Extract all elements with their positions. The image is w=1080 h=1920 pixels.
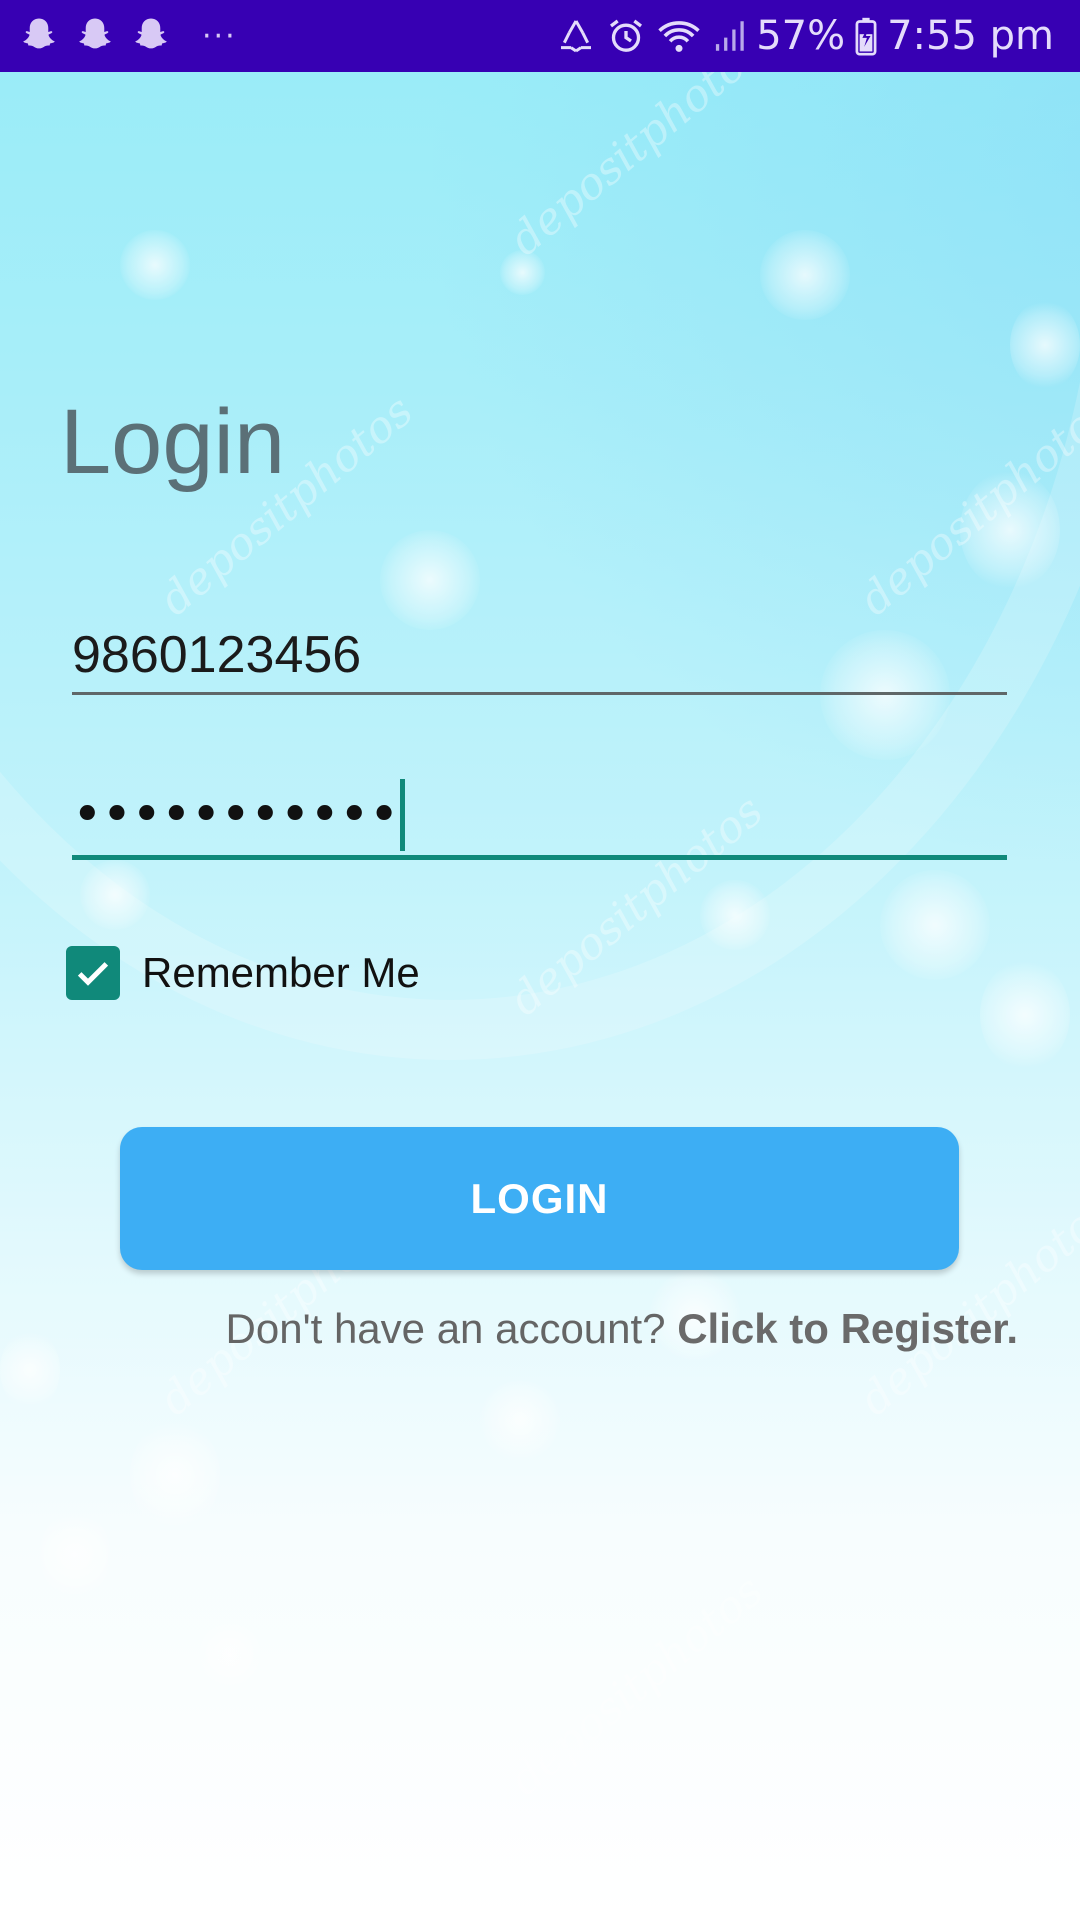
remember-me-row[interactable]: Remember Me xyxy=(66,946,420,1000)
bokeh-dot xyxy=(980,960,1070,1070)
notification-icons: ··· xyxy=(18,15,237,57)
wifi-icon xyxy=(656,16,702,56)
bokeh-dot xyxy=(760,230,850,320)
text-cursor xyxy=(400,779,406,851)
login-button[interactable]: LOGIN xyxy=(120,1127,959,1270)
background-arc xyxy=(0,0,1080,1060)
password-mask: ••••••••••• xyxy=(72,785,399,845)
bokeh-dot xyxy=(40,1510,110,1600)
watermark: depositphotos xyxy=(850,385,1080,626)
bokeh-dot xyxy=(200,1620,260,1690)
alarm-icon xyxy=(606,16,646,56)
recycle-icon xyxy=(556,16,596,56)
phone-value: 9860123456 xyxy=(72,626,362,684)
bokeh-dot xyxy=(960,470,1060,590)
bokeh-dot xyxy=(80,860,150,930)
remember-me-checkbox[interactable] xyxy=(66,946,120,1000)
page-title: Login xyxy=(60,391,286,493)
watermark: depositphotos xyxy=(500,1565,773,1806)
clock: 7:55 pm xyxy=(887,13,1054,59)
status-indicators: 57% 7:55 pm xyxy=(556,16,1054,56)
snapchat-icon xyxy=(130,15,172,57)
bokeh-dot xyxy=(0,1330,60,1410)
signal-icon xyxy=(712,18,746,54)
bokeh-dot xyxy=(480,1380,560,1460)
login-screen: depositphotos depositphotos depositphoto… xyxy=(0,0,1080,1920)
register-question: Don't have an account? xyxy=(225,1305,666,1352)
checkmark-icon xyxy=(77,962,109,986)
phone-field[interactable]: 9860123456 xyxy=(72,615,1007,695)
status-bar: ··· 57% 7:55 pm xyxy=(0,0,1080,72)
battery-percent: 57% xyxy=(756,13,846,59)
snapchat-icon xyxy=(74,15,116,57)
register-link[interactable]: Click to Register. xyxy=(677,1305,1018,1352)
register-prompt: Don't have an account? Click to Register… xyxy=(226,1305,1018,1353)
snapchat-icon xyxy=(18,15,60,57)
bokeh-dot xyxy=(500,250,545,295)
remember-me-label: Remember Me xyxy=(142,949,420,996)
bokeh-dot xyxy=(1010,300,1080,390)
bokeh-dot xyxy=(880,870,990,980)
password-field[interactable]: ••••••••••• xyxy=(72,770,1007,860)
bokeh-dot xyxy=(700,880,770,950)
bokeh-dot xyxy=(120,230,190,300)
bokeh-dot xyxy=(130,1420,220,1530)
battery-charging-icon xyxy=(855,16,877,56)
more-notifications-icon: ··· xyxy=(202,18,237,54)
